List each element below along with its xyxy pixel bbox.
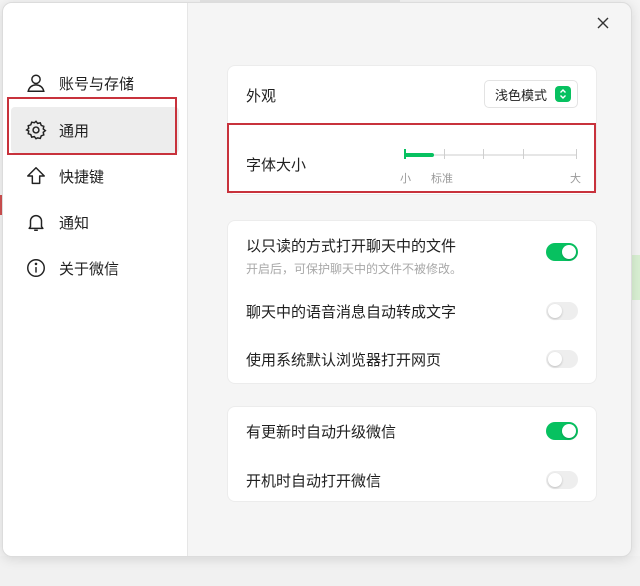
auto-start-row: 开机时自动打开微信 — [228, 462, 596, 498]
close-icon — [597, 14, 609, 33]
sidebar-item-about[interactable]: 关于微信 — [11, 245, 179, 291]
appearance-select[interactable]: 浅色模式 — [483, 80, 578, 108]
sidebar-item-label: 快捷键 — [59, 167, 105, 186]
slider-tick — [576, 149, 577, 159]
chat-settings-card: 以只读的方式打开聊天中的文件 开启后，可保护聊天中的文件不被修改。 聊天中的语音… — [227, 220, 597, 384]
default-browser-label: 使用系统默认浏览器打开网页 — [246, 350, 442, 369]
sidebar-item-label: 通知 — [59, 213, 90, 232]
sidebar-item-notifications[interactable]: 通知 — [11, 199, 179, 245]
sidebar-item-shortcuts[interactable]: 快捷键 — [11, 153, 179, 199]
gear-icon — [23, 117, 49, 143]
user-icon — [23, 70, 49, 96]
settings-sidebar: 账号与存储 通用 快捷键 通知 关于微信 — [3, 3, 188, 556]
settings-dialog: 账号与存储 通用 快捷键 通知 关于微信 外观 浅色模式 字体大小 小 标准 大… — [2, 2, 632, 557]
info-icon — [23, 255, 49, 281]
font-size-large-label: 大 — [570, 172, 581, 185]
auto-start-label: 开机时自动打开微信 — [246, 471, 382, 490]
font-size-standard-label: 标准 — [431, 172, 453, 185]
default-browser-toggle[interactable] — [546, 350, 578, 368]
display-settings-card: 外观 浅色模式 字体大小 小 标准 大 — [227, 65, 597, 195]
shortcut-arrow-icon — [23, 163, 49, 189]
close-button[interactable] — [593, 13, 613, 33]
slider-tick — [444, 149, 445, 159]
font-size-small-label: 小 — [400, 172, 411, 185]
background-app-bottom — [0, 556, 640, 586]
slider-tick — [483, 149, 484, 159]
slider-tick — [523, 149, 524, 159]
read-only-label: 以只读的方式打开聊天中的文件 — [246, 237, 457, 255]
voice-to-text-toggle[interactable] — [546, 302, 578, 320]
slider-tick — [404, 149, 406, 159]
auto-update-toggle[interactable] — [546, 422, 578, 440]
sidebar-item-account-storage[interactable]: 账号与存储 — [11, 60, 179, 106]
sidebar-item-label: 账号与存储 — [59, 74, 135, 93]
sidebar-item-label: 关于微信 — [59, 259, 120, 278]
toggle-knob — [548, 352, 562, 366]
default-browser-row: 使用系统默认浏览器打开网页 — [228, 341, 596, 377]
read-only-desc: 开启后，可保护聊天中的文件不被修改。 — [246, 262, 463, 276]
bell-icon — [23, 209, 49, 235]
sidebar-item-label: 通用 — [59, 121, 90, 140]
voice-to-text-row: 聊天中的语音消息自动转成文字 — [228, 293, 596, 329]
toggle-knob — [548, 304, 562, 318]
startup-settings-card: 有更新时自动升级微信 开机时自动打开微信 — [227, 406, 597, 502]
read-only-toggle[interactable] — [546, 243, 578, 261]
auto-update-label: 有更新时自动升级微信 — [246, 422, 397, 441]
voice-to-text-label: 聊天中的语音消息自动转成文字 — [246, 302, 457, 321]
toggle-knob — [548, 473, 562, 487]
font-size-slider-fill — [404, 153, 434, 157]
font-size-row: 字体大小 — [228, 136, 596, 192]
read-only-row: 以只读的方式打开聊天中的文件 开启后，可保护聊天中的文件不被修改。 — [228, 233, 596, 279]
toggle-knob — [562, 245, 576, 259]
auto-start-toggle[interactable] — [546, 471, 578, 489]
toggle-knob — [562, 424, 576, 438]
auto-update-row: 有更新时自动升级微信 — [228, 413, 596, 449]
sidebar-item-general[interactable]: 通用 — [11, 107, 179, 153]
background-chat-bubble — [632, 255, 640, 300]
appearance-value: 浅色模式 — [494, 88, 547, 104]
select-spinner-icon — [555, 86, 571, 102]
